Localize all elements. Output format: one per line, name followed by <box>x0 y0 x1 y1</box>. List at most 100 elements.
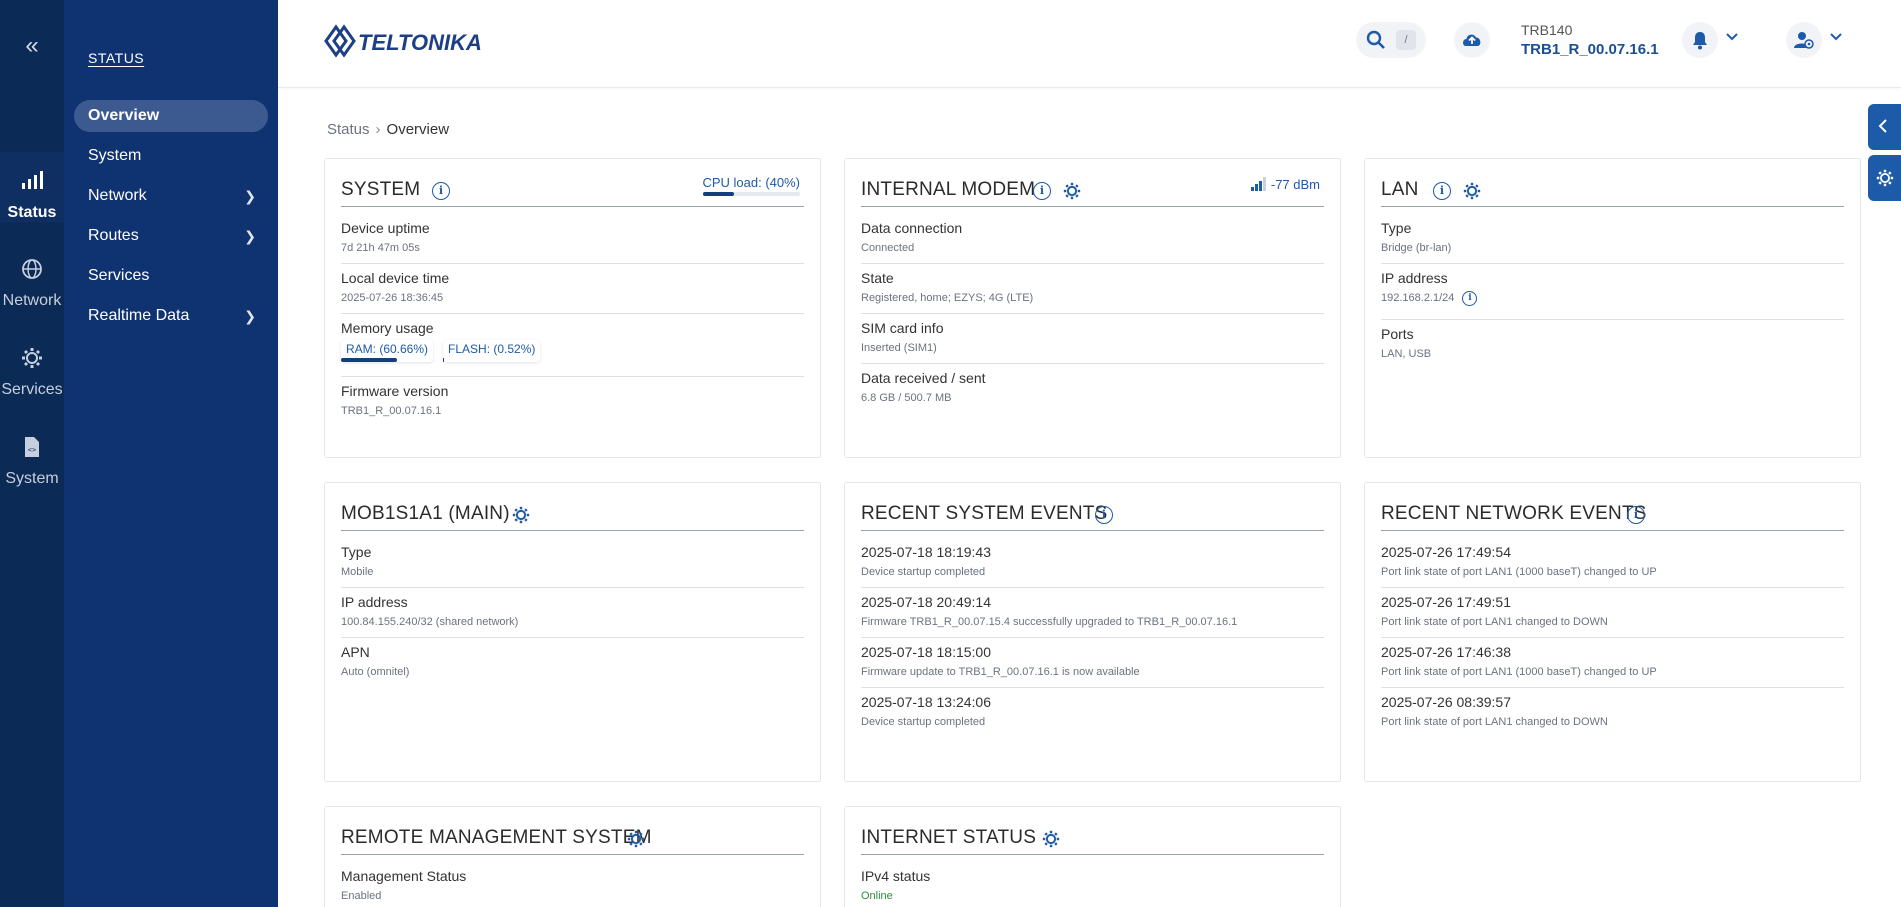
event-row: 2025-07-18 18:19:43 Device startup compl… <box>861 538 1324 588</box>
rail-item-status[interactable]: Status <box>0 152 64 222</box>
row-value: 192.168.2.1/24 i <box>1381 288 1844 308</box>
event-time: 2025-07-18 18:19:43 <box>861 544 991 560</box>
event-row: 2025-07-18 13:24:06 Device startup compl… <box>861 688 1324 738</box>
sidebar-title: STATUS <box>88 50 145 66</box>
ram-usage[interactable]: RAM: (60.66%) <box>341 340 433 362</box>
sidebar-item-realtime-data[interactable]: Realtime Data ❯ <box>74 300 268 332</box>
gear-icon[interactable] <box>1463 182 1481 200</box>
event-time: 2025-07-26 17:49:54 <box>1381 544 1511 560</box>
row-label: Data connection <box>861 220 963 236</box>
info-row: APN Auto (omnitel) <box>341 638 804 688</box>
info-icon[interactable]: i <box>432 182 450 200</box>
row-value: Registered, home; EZYS; 4G (LTE) <box>861 292 1034 304</box>
info-row: IP address 192.168.2.1/24 i <box>1381 264 1844 320</box>
rail-item-label: System <box>5 470 59 487</box>
row-label: Memory usage <box>341 320 434 336</box>
search-button[interactable]: / <box>1356 22 1426 58</box>
event-time: 2025-07-26 17:49:51 <box>1381 594 1511 610</box>
user-menu-button[interactable] <box>1786 22 1822 58</box>
info-row: SIM card info Inserted (SIM1) <box>861 314 1324 364</box>
expand-panel-tab[interactable] <box>1868 104 1901 150</box>
gear-icon[interactable] <box>1063 182 1081 200</box>
row-value: 2025-07-26 18:36:45 <box>341 292 444 304</box>
rail-item-network[interactable]: Network <box>0 258 64 318</box>
row-label: APN <box>341 644 370 660</box>
sidebar-item-overview[interactable]: Overview <box>74 100 268 132</box>
cpu-load-track <box>703 192 800 196</box>
ram-usage-label: RAM: (60.66%) <box>346 342 429 356</box>
row-label: Type <box>1381 220 1412 236</box>
row-value: Connected <box>861 242 915 254</box>
collapse-sidebar-icon[interactable]: « <box>0 32 64 60</box>
breadcrumb-parent[interactable]: Status <box>327 121 370 138</box>
card-header: LAN i <box>1381 175 1844 207</box>
recent-system-events-card: RECENT SYSTEM EVENTS i 2025-07-18 18:19:… <box>844 482 1341 782</box>
flash-usage[interactable]: FLASH: (0.52%) <box>443 340 540 362</box>
sidebar-item-label: Services <box>88 267 150 284</box>
row-label: IPv4 status <box>861 868 931 884</box>
gear-icon[interactable] <box>512 506 530 524</box>
teltonika-logo[interactable]: TELTONIKA <box>322 20 492 67</box>
info-icon[interactable]: i <box>1095 506 1113 524</box>
info-row: Data received / sent 6.8 GB / 500.7 MB <box>861 364 1324 414</box>
row-value: LAN, USB <box>1381 348 1432 360</box>
row-value: Bridge (br-lan) <box>1381 242 1452 254</box>
info-row: Memory usage RAM: (60.66%) FLASH: (0.52%… <box>341 314 804 377</box>
event-time: 2025-07-26 08:39:57 <box>1381 694 1511 710</box>
row-value: Inserted (SIM1) <box>861 342 937 354</box>
info-icon[interactable]: i <box>1033 182 1051 200</box>
remote-management-card: REMOTE MANAGEMENT SYSTEM Management Stat… <box>324 806 821 907</box>
rail-item-system[interactable]: <> System <box>0 436 64 496</box>
device-firmware-link[interactable]: TRB1_R_00.07.16.1 <box>1521 41 1659 58</box>
lan-card: LAN i Type Bridge (br-lan) IP address 19… <box>1364 158 1861 458</box>
event-message: Port link state of port LAN1 changed to … <box>1381 616 1608 628</box>
cpu-load[interactable]: CPU load: (40%) <box>702 175 800 196</box>
rail-item-services[interactable]: Services <box>0 347 64 407</box>
notifications-button[interactable] <box>1682 22 1718 58</box>
card-header: INTERNAL MODEM i -77 dBm <box>861 175 1324 207</box>
card-header: REMOTE MANAGEMENT SYSTEM <box>341 823 804 855</box>
info-row: Firmware version TRB1_R_00.07.16.1 <box>341 377 804 427</box>
info-row: IPv4 status Online <box>861 862 1324 907</box>
file-code-icon: <> <box>0 436 64 470</box>
sidebar-item-services[interactable]: Services <box>74 260 268 292</box>
cpu-load-label: CPU load: (40%) <box>702 175 800 190</box>
card-title: LAN <box>1381 179 1419 200</box>
sidebar-item-system[interactable]: System <box>74 140 268 172</box>
breadcrumb-separator-icon: › <box>375 121 381 138</box>
info-row: Type Mobile <box>341 538 804 588</box>
sidebar-item-network[interactable]: Network ❯ <box>74 180 268 212</box>
event-message: Firmware update to TRB1_R_00.07.16.1 is … <box>861 666 1140 678</box>
event-time: 2025-07-18 18:15:00 <box>861 644 991 660</box>
event-row: 2025-07-26 08:39:57 Port link state of p… <box>1381 688 1844 738</box>
event-message: Port link state of port LAN1 (1000 baseT… <box>1381 666 1657 678</box>
event-time: 2025-07-18 20:49:14 <box>861 594 991 610</box>
chevron-right-icon: ❯ <box>244 228 256 244</box>
logo-text: TELTONIKA <box>358 30 482 55</box>
chevron-down-icon[interactable] <box>1830 28 1842 44</box>
event-message: Device startup completed <box>861 566 986 578</box>
info-icon[interactable]: i <box>1433 182 1451 200</box>
cloud-upload-button[interactable] <box>1454 22 1490 58</box>
chevron-down-icon[interactable] <box>1726 28 1738 44</box>
internet-status-card: INTERNET STATUS IPv4 status Online <box>844 806 1341 907</box>
top-bar: TELTONIKA / TRB140 TRB1_R_00.07.16.1 <box>278 0 1901 88</box>
row-label: Management Status <box>341 868 467 884</box>
info-icon[interactable]: i <box>1462 290 1478 306</box>
gear-icon[interactable] <box>627 830 645 848</box>
settings-panel-tab[interactable] <box>1868 155 1901 201</box>
event-row: 2025-07-26 17:49:54 Port link state of p… <box>1381 538 1844 588</box>
system-card: SYSTEM i CPU load: (40%) Device uptime 7… <box>324 158 821 458</box>
info-row: IP address 100.84.155.240/32 (shared net… <box>341 588 804 638</box>
info-row: Device uptime 7d 21h 47m 05s <box>341 214 804 264</box>
breadcrumb-current: Overview <box>386 121 450 138</box>
sidebar-item-routes[interactable]: Routes ❯ <box>74 220 268 252</box>
sidebar: STATUS Overview System Network ❯ Routes … <box>64 0 278 907</box>
gear-icon[interactable] <box>1042 830 1060 848</box>
signal-strength: -77 dBm <box>1251 177 1320 192</box>
rail-item-label: Status <box>7 204 57 221</box>
card-title: MOB1S1A1 (MAIN) <box>341 503 510 524</box>
icon-rail: « Status Network Services <> System <box>0 0 64 907</box>
info-icon[interactable]: i <box>1627 506 1645 524</box>
cpu-load-bar <box>703 192 735 196</box>
